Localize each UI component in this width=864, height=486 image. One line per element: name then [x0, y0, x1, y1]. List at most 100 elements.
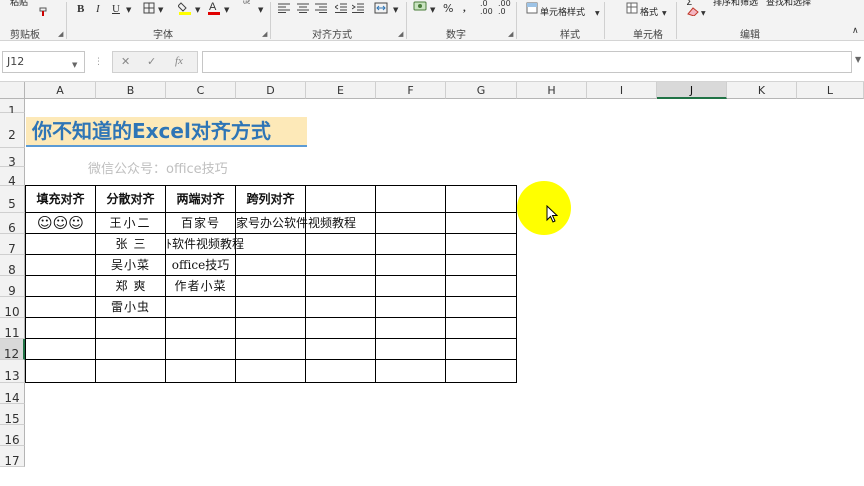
grid-cell[interactable] — [306, 297, 376, 318]
sort-filter-button[interactable]: 排序和筛选 — [713, 0, 758, 9]
grid-cell[interactable] — [376, 318, 446, 339]
phonetic-icon[interactable]: ᵘᵋ — [243, 0, 251, 12]
grid-cell[interactable] — [446, 255, 517, 276]
column-header-d[interactable]: D — [236, 82, 306, 99]
grid-cell[interactable] — [446, 360, 517, 383]
cell-b7[interactable]: 吴小菜 — [96, 255, 166, 276]
row-header-16[interactable]: 16 — [0, 425, 25, 447]
grid-cell[interactable] — [306, 255, 376, 276]
cell-styles-dropdown-icon[interactable]: ▼ — [595, 7, 600, 21]
find-select-button[interactable]: 查找和选择 — [766, 0, 811, 9]
sheet-subtitle[interactable]: 微信公众号：office技巧 — [88, 158, 228, 177]
cell-b9[interactable]: 雷小虫 — [96, 297, 166, 318]
column-header-e[interactable]: E — [306, 82, 376, 99]
grid-cell[interactable] — [236, 360, 306, 383]
sheet-title[interactable]: 你不知道的Excel对齐方式 — [26, 117, 307, 147]
align-left-icon[interactable] — [278, 3, 290, 17]
row-header-6[interactable]: 6 — [0, 213, 25, 235]
grid-cell[interactable] — [446, 276, 517, 297]
row-header-9[interactable]: 9 — [0, 276, 25, 298]
increase-indent-icon[interactable] — [351, 3, 364, 17]
border-icon[interactable] — [143, 2, 155, 18]
row-header-1[interactable]: 1 — [0, 99, 25, 118]
column-header-c[interactable]: C — [166, 82, 236, 99]
cancel-icon[interactable]: ✕ — [121, 55, 130, 68]
number-launcher-icon[interactable]: ◢ — [508, 30, 513, 38]
grid-cell[interactable] — [376, 339, 446, 360]
bold-button[interactable]: B — [77, 2, 84, 16]
row-header-17[interactable]: 17 — [0, 446, 25, 468]
grid-cell[interactable] — [236, 318, 306, 339]
grid-cell[interactable] — [96, 339, 166, 360]
enter-icon[interactable]: ✓ — [147, 55, 156, 68]
format-painter-icon[interactable] — [38, 6, 50, 22]
alignment-launcher-icon[interactable]: ◢ — [398, 30, 403, 38]
align-right-icon[interactable] — [315, 3, 327, 17]
row-header-4[interactable]: 4 — [0, 167, 25, 188]
row-header-2[interactable]: 2 — [0, 113, 25, 148]
phonetic-dropdown-icon[interactable]: ▼ — [258, 3, 263, 17]
column-header-k[interactable]: K — [727, 82, 797, 99]
currency-dropdown-icon[interactable]: ▼ — [430, 3, 435, 17]
cell-styles-button[interactable]: 单元格样式 — [540, 8, 585, 19]
column-header-g[interactable]: G — [446, 82, 517, 99]
grid-cell[interactable] — [236, 339, 306, 360]
cell-styles-icon[interactable] — [526, 2, 538, 18]
grid-cell[interactable] — [376, 360, 446, 383]
clear-icon[interactable] — [686, 6, 700, 20]
grid-cell[interactable] — [26, 255, 96, 276]
cell-a5[interactable]: ☺☺☺ — [26, 213, 96, 234]
select-all-corner[interactable] — [0, 82, 25, 99]
header-center-across-align[interactable]: 跨列对齐 — [236, 186, 306, 213]
column-header-i[interactable]: I — [587, 82, 657, 99]
fill-color-icon[interactable] — [177, 0, 192, 19]
row-header-12[interactable]: 12 — [0, 339, 25, 361]
format-dropdown-icon[interactable]: ▼ — [662, 7, 667, 21]
percent-button[interactable]: % — [443, 2, 453, 16]
grid-cell[interactable] — [26, 234, 96, 255]
grid-cell[interactable] — [26, 339, 96, 360]
grid-cell[interactable] — [236, 276, 306, 297]
insert-function-button[interactable]: fx — [175, 55, 183, 67]
grid-cell[interactable] — [166, 318, 236, 339]
fill-dropdown-icon[interactable]: ▼ — [195, 3, 200, 17]
grid-cell[interactable] — [26, 276, 96, 297]
clipboard-launcher-icon[interactable]: ◢ — [58, 30, 63, 38]
row-header-15[interactable]: 15 — [0, 404, 25, 426]
grid-cell[interactable] — [26, 360, 96, 383]
paste-button[interactable]: 粘贴 — [10, 0, 28, 9]
border-dropdown-icon[interactable]: ▼ — [158, 3, 163, 17]
grid-cell[interactable] — [376, 276, 446, 297]
grid-cell[interactable] — [96, 360, 166, 383]
grid-cell[interactable] — [446, 339, 517, 360]
grid-cell[interactable] — [376, 213, 446, 234]
decrease-decimal-icon[interactable]: .00.0 — [498, 0, 511, 16]
align-center-icon[interactable] — [297, 3, 309, 17]
font-color-icon[interactable]: A — [207, 0, 221, 19]
italic-button[interactable]: I — [96, 2, 100, 16]
grid-cell[interactable] — [446, 234, 517, 255]
cell-f4[interactable] — [376, 186, 446, 213]
clear-dropdown-icon[interactable]: ▼ — [701, 7, 706, 21]
grid-cell[interactable] — [96, 318, 166, 339]
grid-cell[interactable] — [306, 276, 376, 297]
column-header-j[interactable]: J — [657, 82, 727, 99]
underline-dropdown-icon[interactable]: ▼ — [126, 3, 131, 17]
column-header-a[interactable]: A — [25, 82, 96, 99]
grid-cell[interactable] — [166, 360, 236, 383]
increase-decimal-icon[interactable]: .0.00 — [480, 0, 493, 16]
column-header-f[interactable]: F — [376, 82, 446, 99]
grid-cell[interactable] — [236, 297, 306, 318]
row-header-13[interactable]: 13 — [0, 360, 25, 383]
grid-cell[interactable] — [306, 318, 376, 339]
cell-c6[interactable]: ﾄ软件视频教程 — [166, 234, 244, 255]
grid-cell[interactable] — [376, 255, 446, 276]
formula-bar-grip-icon[interactable]: ⋮ — [94, 55, 103, 69]
merge-center-icon[interactable] — [374, 2, 388, 18]
comma-button[interactable]: , — [463, 1, 466, 15]
row-header-8[interactable]: 8 — [0, 255, 25, 277]
column-header-l[interactable]: L — [797, 82, 864, 99]
grid-cell[interactable] — [446, 213, 517, 234]
grid-cell[interactable] — [236, 234, 306, 255]
cell-e4[interactable] — [306, 186, 376, 213]
